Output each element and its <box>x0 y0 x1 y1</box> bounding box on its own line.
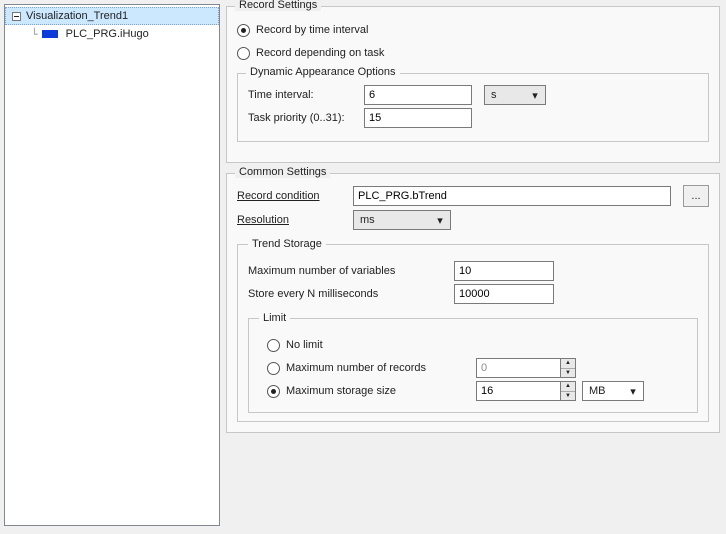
record-settings-title: Record Settings <box>235 0 321 11</box>
max-records-spinner[interactable]: ▲ ▼ <box>476 358 576 378</box>
time-interval-row: Time interval: s ▾ <box>248 85 698 105</box>
radio-max-size[interactable]: Maximum storage size ▲ ▼ MB ▾ <box>267 381 687 401</box>
max-vars-input[interactable] <box>454 261 554 281</box>
max-records-label: Maximum number of records <box>286 362 476 374</box>
tree-root-label: Visualization_Trend1 <box>24 10 130 22</box>
store-ms-label: Store every N milliseconds <box>248 288 448 300</box>
no-limit-label: No limit <box>286 339 323 351</box>
radio-icon <box>267 385 280 398</box>
radio-no-limit[interactable]: No limit <box>267 335 687 355</box>
task-priority-label: Task priority (0..31): <box>248 112 358 124</box>
size-unit-value: MB <box>589 385 606 397</box>
radio-icon <box>237 47 250 60</box>
time-unit-select[interactable]: s ▾ <box>484 85 546 105</box>
common-settings-group: Common Settings Record condition ... Res… <box>226 173 720 433</box>
collapse-icon[interactable] <box>10 10 22 22</box>
spinner-down-icon[interactable]: ▼ <box>561 369 575 378</box>
dynamic-options-group: Dynamic Appearance Options Time interval… <box>237 73 709 142</box>
store-ms-row: Store every N milliseconds <box>248 284 698 304</box>
radio-icon <box>267 339 280 352</box>
max-size-spinner[interactable]: ▲ ▼ <box>476 381 576 401</box>
chevron-down-icon: ▾ <box>626 385 640 398</box>
spinner-up-icon[interactable]: ▲ <box>561 382 575 392</box>
chevron-down-icon: ▾ <box>433 214 447 227</box>
record-condition-row: Record condition ... <box>237 185 709 207</box>
trend-storage-title: Trend Storage <box>248 238 326 250</box>
record-condition-input[interactable] <box>353 186 671 206</box>
radio-by-interval-label: Record by time interval <box>256 24 369 36</box>
resolution-value: ms <box>360 214 375 226</box>
spinner-buttons[interactable]: ▲ ▼ <box>560 381 576 401</box>
resolution-select[interactable]: ms ▾ <box>353 210 451 230</box>
settings-panel: Record Settings Record by time interval … <box>220 0 726 534</box>
dynamic-options-title: Dynamic Appearance Options <box>246 66 400 78</box>
radio-icon <box>267 362 280 375</box>
tree-branch-icon: └ <box>31 28 38 41</box>
app-root: Visualization_Trend1 └ PLC_PRG.iHugo Rec… <box>0 0 726 534</box>
browse-button[interactable]: ... <box>683 185 709 207</box>
spinner-up-icon[interactable]: ▲ <box>561 359 575 369</box>
time-interval-label: Time interval: <box>248 89 358 101</box>
tree-root-row[interactable]: Visualization_Trend1 <box>5 7 219 25</box>
max-vars-label: Maximum number of variables <box>248 265 448 277</box>
radio-by-task-label: Record depending on task <box>256 47 384 59</box>
tree-child-row[interactable]: └ PLC_PRG.iHugo <box>5 25 219 43</box>
time-interval-input[interactable] <box>364 85 472 105</box>
radio-by-interval[interactable]: Record by time interval <box>237 20 709 40</box>
store-ms-input[interactable] <box>454 284 554 304</box>
radio-max-records[interactable]: Maximum number of records ▲ ▼ <box>267 358 687 378</box>
spinner-down-icon[interactable]: ▼ <box>561 392 575 401</box>
record-condition-label: Record condition <box>237 190 347 202</box>
tree-view[interactable]: Visualization_Trend1 └ PLC_PRG.iHugo <box>4 4 220 526</box>
limit-group: Limit No limit Maximum number of records… <box>248 312 698 413</box>
time-unit-value: s <box>491 89 497 101</box>
max-vars-row: Maximum number of variables <box>248 261 698 281</box>
task-priority-input[interactable] <box>364 108 472 128</box>
common-settings-title: Common Settings <box>235 166 330 178</box>
chevron-down-icon: ▾ <box>528 89 542 102</box>
limit-title: Limit <box>259 312 290 324</box>
tree-child-label: PLC_PRG.iHugo <box>64 28 151 40</box>
variable-color-icon <box>42 30 58 38</box>
radio-icon <box>237 24 250 37</box>
resolution-row: Resolution ms ▾ <box>237 210 709 230</box>
record-settings-group: Record Settings Record by time interval … <box>226 6 720 163</box>
resolution-label: Resolution <box>237 214 347 226</box>
size-unit-select[interactable]: MB ▾ <box>582 381 644 401</box>
task-priority-row: Task priority (0..31): <box>248 108 698 128</box>
spinner-buttons[interactable]: ▲ ▼ <box>560 358 576 378</box>
max-size-input[interactable] <box>476 381 560 401</box>
max-size-label: Maximum storage size <box>286 385 476 397</box>
radio-by-task[interactable]: Record depending on task <box>237 43 709 63</box>
max-records-input[interactable] <box>476 358 560 378</box>
trend-storage-group: Trend Storage Maximum number of variable… <box>237 238 709 422</box>
